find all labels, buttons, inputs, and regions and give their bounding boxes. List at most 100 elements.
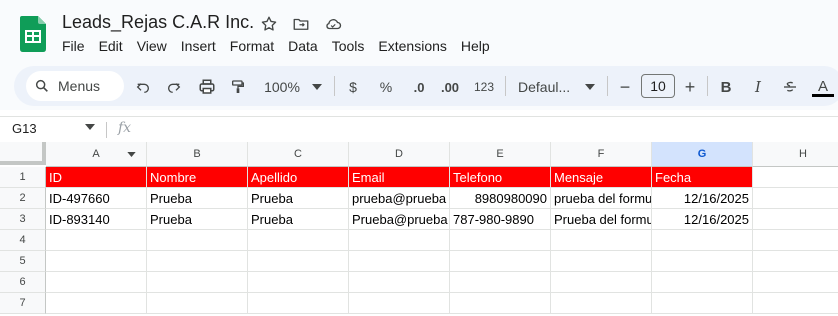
cell-b2[interactable]: Prueba	[147, 188, 248, 209]
empty-cell[interactable]	[652, 230, 753, 251]
menu-tools[interactable]: Tools	[332, 38, 365, 54]
cell-e2[interactable]: 8980980090	[450, 188, 551, 209]
column-header-g[interactable]: G	[652, 142, 753, 167]
row-header-3[interactable]: 3	[0, 209, 46, 230]
print-icon[interactable]	[196, 76, 218, 98]
empty-cell[interactable]	[248, 293, 349, 314]
row-header-4[interactable]: 4	[0, 230, 46, 251]
empty-cell[interactable]	[753, 230, 838, 251]
cell-b1[interactable]: Nombre	[147, 167, 248, 188]
empty-cell[interactable]	[551, 230, 652, 251]
cell-d2[interactable]: prueba@prueba	[349, 188, 450, 209]
cell-g3[interactable]: 12/16/2025	[652, 209, 753, 230]
decrease-decimal-button[interactable]: .0	[409, 76, 429, 98]
empty-cell[interactable]	[652, 272, 753, 293]
italic-button[interactable]: I	[750, 76, 766, 98]
percent-format-button[interactable]: %	[377, 76, 395, 98]
undo-icon[interactable]	[133, 76, 153, 98]
menu-data[interactable]: Data	[288, 38, 318, 54]
column-header-h[interactable]: H	[753, 142, 838, 167]
empty-cell[interactable]	[753, 293, 838, 314]
font-size-input[interactable]: 10	[641, 74, 675, 98]
empty-cell[interactable]	[248, 272, 349, 293]
empty-cell[interactable]	[450, 251, 551, 272]
menu-help[interactable]: Help	[461, 38, 490, 54]
column-header-d[interactable]: D	[349, 142, 450, 167]
star-icon[interactable]	[259, 14, 279, 34]
empty-cell[interactable]	[147, 293, 248, 314]
row-header-2[interactable]: 2	[0, 188, 46, 209]
empty-cell[interactable]	[349, 293, 450, 314]
cell-c1[interactable]: Apellido	[248, 167, 349, 188]
cell-b3[interactable]: Prueba	[147, 209, 248, 230]
empty-cell[interactable]	[551, 251, 652, 272]
cell-c3[interactable]: Prueba	[248, 209, 349, 230]
currency-format-button[interactable]: $	[345, 76, 361, 98]
cell-h2[interactable]	[753, 188, 838, 209]
row-header-7[interactable]: 7	[0, 293, 46, 314]
cell-c2[interactable]: Prueba	[248, 188, 349, 209]
menu-format[interactable]: Format	[230, 38, 274, 54]
row-header-6[interactable]: 6	[0, 272, 46, 293]
zoom-select[interactable]: 100%	[260, 76, 304, 98]
cell-h1[interactable]	[753, 167, 838, 188]
empty-cell[interactable]	[652, 293, 753, 314]
column-header-a[interactable]: A	[46, 142, 147, 167]
cell-a3[interactable]: ID-893140	[46, 209, 147, 230]
empty-cell[interactable]	[248, 251, 349, 272]
column-header-f[interactable]: F	[551, 142, 652, 167]
cell-a1[interactable]: ID	[46, 167, 147, 188]
cell-e3[interactable]: 787-980-9890	[450, 209, 551, 230]
menu-edit[interactable]: Edit	[99, 38, 123, 54]
cell-d1[interactable]: Email	[349, 167, 450, 188]
select-all-corner[interactable]	[0, 142, 46, 165]
number-format-button[interactable]: 123	[472, 76, 496, 98]
font-chevron-down-icon[interactable]	[584, 76, 596, 98]
cell-f1[interactable]: Mensaje	[551, 167, 652, 188]
bold-button[interactable]: B	[718, 76, 734, 98]
cell-a2[interactable]: ID-497660	[46, 188, 147, 209]
empty-cell[interactable]	[147, 251, 248, 272]
decrease-font-size-button[interactable]: −	[617, 76, 633, 98]
column-header-b[interactable]: B	[147, 142, 248, 167]
empty-cell[interactable]	[652, 251, 753, 272]
empty-cell[interactable]	[349, 251, 450, 272]
increase-font-size-button[interactable]: +	[682, 76, 698, 98]
row-header-1[interactable]: 1	[0, 167, 46, 188]
text-color-button[interactable]: A	[812, 76, 834, 98]
zoom-chevron-down-icon[interactable]	[310, 76, 324, 98]
empty-cell[interactable]	[450, 272, 551, 293]
column-header-e[interactable]: E	[450, 142, 551, 167]
search-menus-button[interactable]: Menus	[26, 71, 124, 101]
empty-cell[interactable]	[753, 272, 838, 293]
name-box[interactable]: G13	[12, 121, 37, 136]
empty-cell[interactable]	[551, 272, 652, 293]
cell-g2[interactable]: 12/16/2025	[652, 188, 753, 209]
empty-cell[interactable]	[753, 251, 838, 272]
empty-cell[interactable]	[349, 230, 450, 251]
menu-file[interactable]: File	[62, 38, 85, 54]
empty-cell[interactable]	[349, 272, 450, 293]
empty-cell[interactable]	[46, 293, 147, 314]
empty-cell[interactable]	[147, 230, 248, 251]
empty-cell[interactable]	[450, 230, 551, 251]
filter-chevron-down-icon[interactable]	[127, 152, 136, 157]
cloud-saved-icon[interactable]	[323, 14, 343, 34]
row-header-5[interactable]: 5	[0, 251, 46, 272]
empty-cell[interactable]	[46, 272, 147, 293]
cell-f2[interactable]: prueba del formu	[551, 188, 652, 209]
empty-cell[interactable]	[147, 272, 248, 293]
column-header-c[interactable]: C	[248, 142, 349, 167]
cell-d3[interactable]: Prueba@prueba	[349, 209, 450, 230]
move-to-folder-icon[interactable]	[291, 14, 311, 34]
strikethrough-icon[interactable]	[780, 76, 800, 98]
empty-cell[interactable]	[450, 293, 551, 314]
cell-g1[interactable]: Fecha	[652, 167, 753, 188]
empty-cell[interactable]	[248, 230, 349, 251]
empty-cell[interactable]	[551, 293, 652, 314]
menu-insert[interactable]: Insert	[181, 38, 216, 54]
cell-e1[interactable]: Telefono	[450, 167, 551, 188]
empty-cell[interactable]	[46, 251, 147, 272]
paint-format-icon[interactable]	[228, 76, 248, 98]
redo-icon[interactable]	[164, 76, 184, 98]
